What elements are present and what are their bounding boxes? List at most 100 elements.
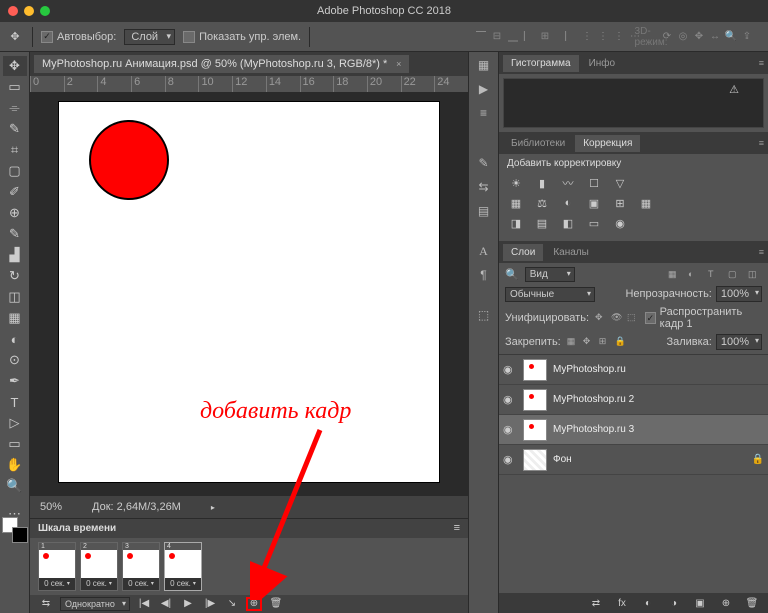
zoom-level[interactable]: 50% — [40, 501, 62, 513]
unify-position-icon[interactable]: ✥ — [595, 312, 607, 324]
mask-icon[interactable]: ◐ — [640, 596, 656, 610]
vibrance-icon[interactable]: ▽ — [611, 175, 629, 191]
marquee-tool[interactable]: ▭ — [3, 77, 27, 97]
auto-select-checkbox[interactable]: ✓Автовыбор: — [41, 31, 116, 43]
distribute-icon[interactable]: ⋮ — [612, 30, 626, 44]
type-panel-icon[interactable]: A — [474, 242, 494, 260]
frame-tool[interactable]: ▢ — [3, 161, 27, 181]
loop-select[interactable]: Однократно — [60, 597, 130, 611]
delete-layer-icon[interactable]: 🗑 — [744, 596, 760, 610]
shape-tool[interactable]: ▭ — [3, 434, 27, 454]
fill-value[interactable]: 100% — [716, 334, 762, 350]
layer-name[interactable]: MyPhotoshop.ru 3 — [553, 424, 634, 435]
layer-item[interactable]: ◉ MyPhotoshop.ru 2 — [499, 385, 768, 415]
frame-delay[interactable]: 0 сек. — [123, 578, 159, 590]
posterize-icon[interactable]: ▤ — [533, 215, 551, 231]
distribute-icon[interactable]: ⋮ — [596, 30, 610, 44]
filter-type-icon[interactable]: T — [708, 269, 722, 281]
blend-mode-select[interactable]: Обычные — [505, 287, 595, 302]
mixer-icon[interactable]: ⊞ — [611, 195, 629, 211]
eraser-tool[interactable]: ◫ — [3, 287, 27, 307]
frame-2[interactable]: 2 0 сек. — [80, 542, 118, 591]
brush-tool[interactable]: ✎ — [3, 224, 27, 244]
document-tab[interactable]: MyPhotoshop.ru Анимация.psd @ 50% (MyPho… — [34, 55, 409, 73]
filter-shape-icon[interactable]: ▢ — [728, 269, 742, 281]
stamp-tool[interactable]: ▟ — [3, 245, 27, 265]
frame-4[interactable]: 4 0 сек. — [164, 542, 202, 591]
filter-adjust-icon[interactable]: ◐ — [688, 269, 702, 281]
slide-icon[interactable]: ↔ — [708, 30, 722, 44]
balance-icon[interactable]: ⚖ — [533, 195, 551, 211]
lock-artboard-icon[interactable]: ⊞ — [599, 336, 611, 348]
rotate-3d-icon[interactable]: ⟳ — [660, 30, 674, 44]
bw-icon[interactable]: ◐ — [559, 195, 577, 211]
new-frame-button[interactable]: ⊕ — [246, 597, 262, 611]
dodge-tool[interactable]: ⊙ — [3, 350, 27, 370]
colors-panel-icon[interactable]: ▦ — [474, 56, 494, 74]
move-tool[interactable]: ✥ — [3, 56, 27, 76]
propagate-frame-checkbox[interactable]: ✓Распространить кадр 1 — [645, 306, 762, 330]
levels-icon[interactable]: ▮ — [533, 175, 551, 191]
histogram-tab[interactable]: Гистограмма — [503, 55, 579, 72]
zoom-tool[interactable]: 🔍 — [3, 476, 27, 496]
quick-select-tool[interactable]: ✎ — [3, 119, 27, 139]
layer-thumbnail[interactable] — [523, 449, 547, 471]
visibility-icon[interactable]: ◉ — [503, 453, 517, 466]
minimize-window-icon[interactable] — [24, 6, 34, 16]
cube-icon[interactable]: ⬚ — [474, 306, 494, 324]
canvas-area[interactable]: 024681012141618202224 — [30, 76, 468, 496]
layers-tab[interactable]: Слои — [503, 244, 543, 261]
channels-tab[interactable]: Каналы — [545, 244, 597, 261]
hue-icon[interactable]: ▦ — [507, 195, 525, 211]
panel-menu-icon[interactable]: ≡ — [759, 247, 764, 257]
close-window-icon[interactable] — [8, 6, 18, 16]
show-transform-checkbox[interactable]: Показать упр. элем. — [183, 31, 301, 43]
adjustments-tab[interactable]: Коррекция — [575, 135, 640, 152]
loop-menu-icon[interactable]: ⇆ — [38, 597, 54, 611]
distribute-icon[interactable]: ⋮ — [580, 30, 594, 44]
history-brush-tool[interactable]: ↻ — [3, 266, 27, 286]
lock-position-icon[interactable]: ✥ — [583, 336, 595, 348]
filter-pixel-icon[interactable]: ▦ — [668, 269, 682, 281]
gradient-tool[interactable]: ▦ — [3, 308, 27, 328]
lasso-tool[interactable]: ⌯ — [3, 98, 27, 118]
play-icon[interactable]: ▶ — [180, 597, 196, 611]
new-layer-icon[interactable]: ⊕ — [718, 596, 734, 610]
maximize-window-icon[interactable] — [40, 6, 50, 16]
close-tab-icon[interactable]: × — [396, 59, 401, 69]
tween-icon[interactable]: ↘ — [224, 597, 240, 611]
unify-style-icon[interactable]: ⬚ — [627, 312, 639, 324]
layer-name[interactable]: Фон — [553, 454, 572, 465]
pan-icon[interactable]: ✥ — [692, 30, 706, 44]
invert-icon[interactable]: ◨ — [507, 215, 525, 231]
layer-thumbnail[interactable] — [523, 389, 547, 411]
char-panel-icon[interactable]: ▤ — [474, 202, 494, 220]
layer-item[interactable]: ◉ Фон 🔒 — [499, 445, 768, 475]
layer-filter-kind[interactable]: Вид — [525, 267, 575, 282]
opacity-value[interactable]: 100% — [716, 286, 762, 302]
search-icon[interactable]: 🔍 — [505, 268, 519, 281]
lookup-icon[interactable]: ▦ — [637, 195, 655, 211]
unify-visibility-icon[interactable]: 👁 — [611, 312, 623, 324]
visibility-icon[interactable]: ◉ — [503, 393, 517, 406]
orbit-icon[interactable]: ◎ — [676, 30, 690, 44]
visibility-icon[interactable]: ◉ — [503, 423, 517, 436]
photo-filter-icon[interactable]: ▣ — [585, 195, 603, 211]
selective-color-icon[interactable]: ◉ — [611, 215, 629, 231]
align-right-icon[interactable]: ⎹ — [554, 30, 568, 44]
cache-warning-icon[interactable]: ⚠ — [729, 83, 739, 96]
align-vcenter-icon[interactable]: ⊟ — [490, 30, 504, 44]
hand-tool[interactable]: ✋ — [3, 455, 27, 475]
blur-tool[interactable]: ◐ — [3, 329, 27, 349]
lock-all-icon[interactable]: 🔒 — [615, 336, 627, 348]
brush-panel-icon[interactable]: ✎ — [474, 154, 494, 172]
link-layers-icon[interactable]: ⇄ — [588, 596, 604, 610]
eyedropper-tool[interactable]: ✐ — [3, 182, 27, 202]
red-circle-shape[interactable] — [89, 120, 169, 200]
exposure-icon[interactable]: ☐ — [585, 175, 603, 191]
info-tab[interactable]: Инфо — [581, 55, 624, 72]
play-panel-icon[interactable]: ▶ — [474, 80, 494, 98]
first-frame-icon[interactable]: |◀ — [136, 597, 152, 611]
align-bottom-icon[interactable]: ⎽ — [506, 30, 520, 44]
type-tool[interactable]: T — [3, 392, 27, 412]
